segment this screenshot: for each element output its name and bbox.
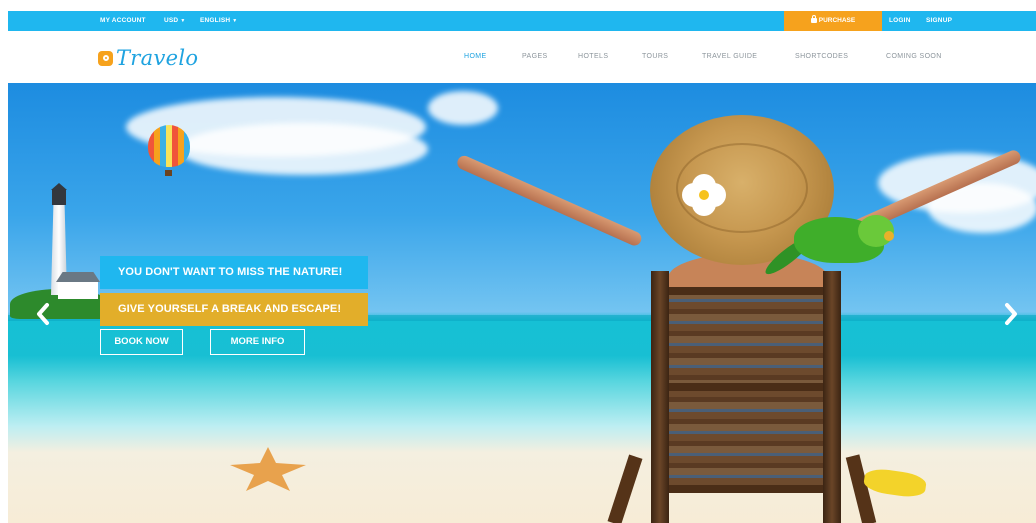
chair-leg (607, 454, 643, 523)
language-dropdown[interactable]: ENGLISH ▼ (200, 17, 237, 24)
purchase-label: PURCHASE (818, 17, 856, 24)
lock-icon (810, 14, 817, 23)
nav-item-hotels[interactable]: HOTELS (578, 53, 608, 60)
currency-label: USD (164, 17, 179, 24)
nav-item-tours[interactable]: TOURS (642, 53, 668, 60)
purchase-button[interactable]: PURCHASE (784, 11, 882, 31)
login-link[interactable]: LOGIN (889, 17, 911, 24)
starfish (230, 447, 306, 491)
beach-chair (651, 271, 841, 523)
daisy-flower (678, 173, 730, 217)
book-now-button[interactable]: BOOK NOW (100, 329, 183, 355)
hot-air-balloon (148, 125, 190, 176)
logo-mark-icon (98, 50, 113, 66)
caret-down-icon: ▼ (180, 18, 186, 24)
cloud (428, 91, 498, 125)
slider-next-button[interactable] (1002, 301, 1020, 327)
brand-name: Travelo (116, 46, 199, 70)
flip-flop (862, 466, 928, 500)
signup-link[interactable]: SIGNUP (926, 17, 952, 24)
my-account-link[interactable]: MY ACCOUNT (100, 17, 146, 24)
chevron-left-icon (37, 303, 49, 325)
caret-down-icon: ▼ (232, 18, 238, 24)
hero-slider: YOU DON'T WANT TO MISS THE NATURE! GIVE … (8, 83, 1036, 523)
more-info-button[interactable]: MORE INFO (210, 329, 305, 355)
brand-logo[interactable]: Travelo (98, 46, 198, 70)
slide-caption-nature: YOU DON'T WANT TO MISS THE NATURE! (100, 256, 368, 289)
currency-dropdown[interactable]: USD ▼ (164, 17, 185, 24)
site-header: Travelo HOME PAGES HOTELS TOURS TRAVEL G… (8, 31, 1036, 83)
left-arm (455, 153, 644, 248)
nav-item-coming-soon[interactable]: COMING SOON (886, 53, 942, 60)
language-label: ENGLISH (200, 17, 231, 24)
nav-item-home[interactable]: HOME (464, 53, 487, 60)
top-utility-bar: MY ACCOUNT USD ▼ ENGLISH ▼ PURCHASE LOGIN … (8, 11, 1036, 31)
chevron-right-icon (1005, 303, 1017, 325)
nav-item-travel-guide[interactable]: TRAVEL GUIDE (702, 53, 757, 60)
green-parrot (760, 209, 900, 299)
cloud (178, 123, 428, 175)
slider-prev-button[interactable] (34, 301, 52, 327)
nav-item-shortcodes[interactable]: SHORTCODES (795, 53, 848, 60)
nav-item-pages[interactable]: PAGES (522, 53, 548, 60)
slide-caption-break: GIVE YOURSELF A BREAK AND ESCAPE! (100, 293, 368, 326)
lighthouse-house (58, 281, 98, 299)
